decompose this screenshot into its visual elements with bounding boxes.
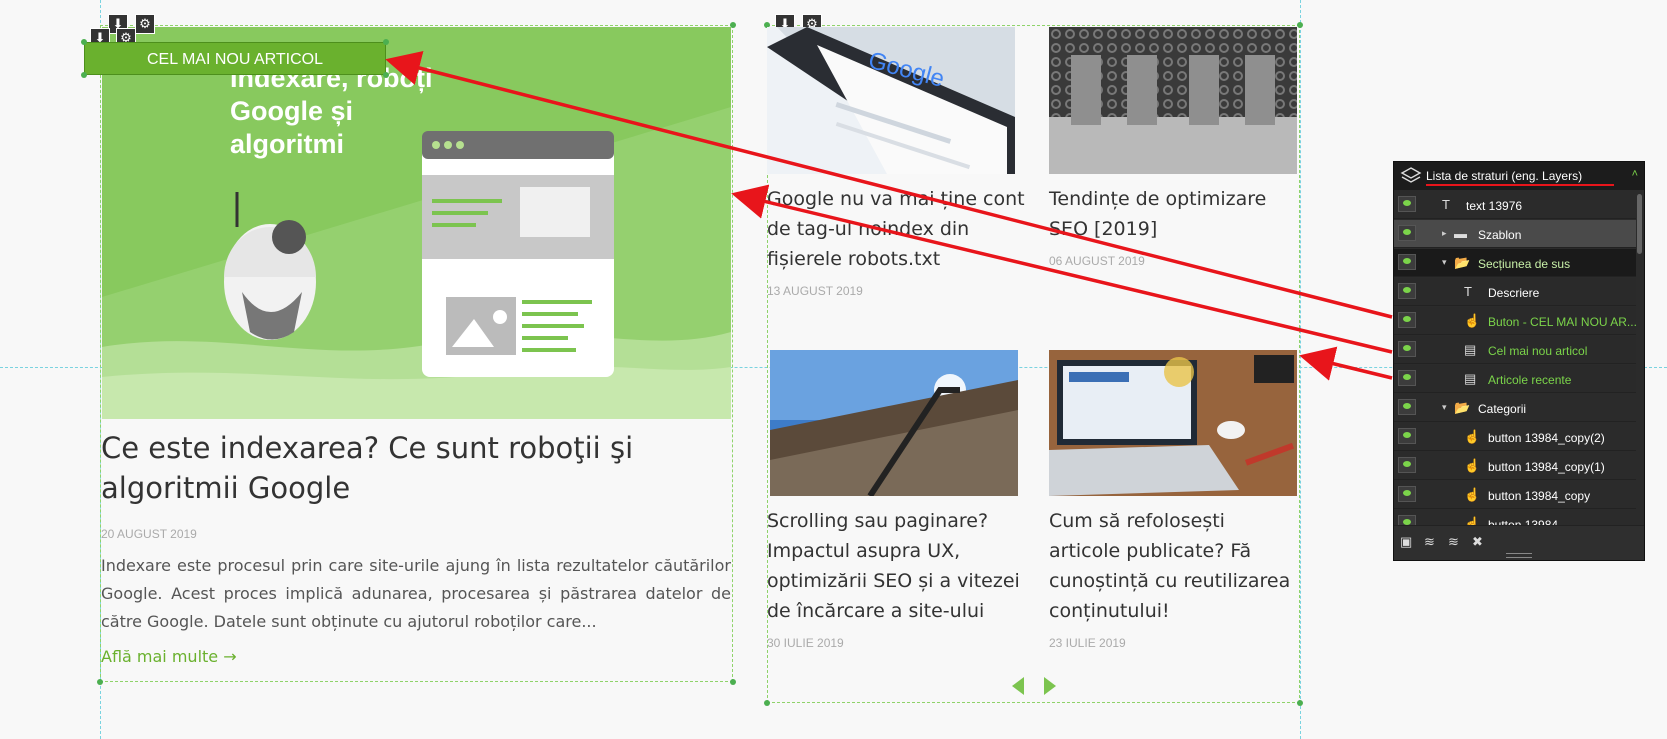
layer-label: button 13984_copy(1) (1488, 460, 1605, 474)
visibility-eye-icon[interactable] (1398, 486, 1416, 502)
article-date: 23 IULIE 2019 (1049, 636, 1126, 650)
layer-label: Categorii (1478, 402, 1527, 416)
article-thumbnail[interactable] (770, 350, 1018, 496)
read-more-link[interactable]: Află mai multe → (101, 647, 237, 666)
layers-add-icon[interactable]: ≋ (1448, 534, 1459, 550)
resize-handle[interactable] (81, 39, 87, 45)
widget-icon: ▤ (1464, 342, 1477, 357)
gear-icon[interactable]: ⚙ (135, 14, 155, 34)
article-thumbnail[interactable] (1049, 350, 1297, 496)
layer-label: Buton - CEL MAI NOU AR... (1488, 315, 1637, 329)
visibility-eye-icon[interactable] (1398, 457, 1416, 473)
scrollbar[interactable] (1637, 194, 1642, 254)
layers-panel[interactable]: Lista de straturi (eng. Layers) ˄ Ttext … (1393, 161, 1645, 561)
laptop-desk-image (1049, 350, 1297, 496)
featured-article-image[interactable]: Indexare, roboți Google și algoritmi (102, 27, 731, 419)
resize-handle[interactable] (81, 72, 87, 78)
new-folder-icon[interactable]: ▣ (1400, 534, 1412, 550)
resize-handle[interactable] (1297, 700, 1303, 706)
layer-label: button 13984_copy(2) (1488, 431, 1605, 445)
text-icon: T (1442, 197, 1450, 212)
resize-handle[interactable] (383, 39, 389, 45)
expand-caret-icon[interactable]: ▾ (1442, 402, 1447, 413)
article-title[interactable]: Scrolling sau paginare? Impactul asupra … (767, 506, 1029, 626)
article-title[interactable]: Tendințe de optimizare SEO [2019] (1049, 184, 1299, 244)
pier-image (770, 350, 1018, 496)
layer-label: Secțiunea de sus (1478, 257, 1571, 271)
resize-grip[interactable] (1506, 553, 1532, 558)
next-arrow-icon[interactable] (1044, 677, 1056, 695)
resize-handle[interactable] (1297, 22, 1303, 28)
phone-google-image: Google (767, 27, 1015, 174)
layers-icon[interactable]: ≋ (1424, 534, 1435, 550)
visibility-eye-icon[interactable] (1398, 196, 1416, 212)
resize-handle[interactable] (97, 679, 103, 685)
layer-label: button 13984_copy (1488, 489, 1591, 503)
text-icon: T (1464, 284, 1472, 299)
visibility-eye-icon[interactable] (1398, 283, 1416, 299)
expand-caret-icon[interactable]: ▸ (1442, 228, 1447, 239)
layer-row[interactable]: ☝ button 13984_copy(2) (1394, 423, 1636, 451)
layer-row[interactable]: T Descriere (1394, 278, 1636, 306)
collapse-icon[interactable]: ˄ (1632, 168, 1638, 180)
article-date: 06 AUGUST 2019 (1049, 254, 1145, 268)
layer-row[interactable]: ▸ ▬ Szablon (1394, 220, 1636, 248)
layers-panel-header[interactable]: Lista de straturi (eng. Layers) ˄ (1394, 162, 1644, 190)
layer-label: Descriere (1488, 286, 1540, 300)
featured-article-title[interactable]: Ce este indexarea? Ce sunt roboţii şi al… (101, 428, 721, 508)
layer-label: text 13976 (1466, 199, 1523, 213)
folder-icon: 📂 (1454, 400, 1471, 415)
article-thumbnail[interactable] (1049, 27, 1297, 174)
layer-label: Cel mai nou articol (1488, 344, 1588, 358)
pointer-icon: ☝ (1464, 313, 1481, 328)
article-title[interactable]: Cum să refolosești articole publicate? F… (1049, 506, 1299, 626)
layer-row[interactable]: Ttext 13976 (1394, 191, 1636, 219)
featured-image-title: Indexare, roboți Google și algoritmi (230, 63, 433, 159)
visibility-eye-icon[interactable] (1398, 399, 1416, 415)
guide-line (1300, 0, 1301, 739)
title-underline (1426, 184, 1614, 186)
article-title[interactable]: Google nu va mai ține cont de tag-ul noi… (767, 184, 1029, 274)
visibility-eye-icon[interactable] (1398, 341, 1416, 357)
featured-article-date: 20 AUGUST 2019 (101, 527, 197, 541)
featured-article-excerpt: Indexare este procesul prin care site-ur… (101, 556, 731, 631)
layer-label: Szablon (1478, 228, 1522, 242)
resize-handle[interactable] (730, 679, 736, 685)
folder-icon: 📂 (1454, 255, 1471, 270)
pointer-icon: ☝ (1464, 487, 1481, 502)
article-date: 30 IULIE 2019 (767, 636, 844, 650)
layers-icon (1400, 167, 1422, 183)
layers-panel-footer: ▣ ≋ ≋ ✖ (1394, 525, 1644, 560)
layer-row[interactable]: ▤ Cel mai nou articol (1394, 336, 1636, 364)
article-thumbnail[interactable]: Google (767, 27, 1015, 174)
layer-row[interactable]: ☝ button 13984_copy(1) (1394, 452, 1636, 480)
visibility-eye-icon[interactable] (1398, 428, 1416, 444)
visibility-eye-icon[interactable] (1398, 312, 1416, 328)
pointer-icon: ☝ (1464, 429, 1481, 444)
visibility-eye-icon[interactable] (1398, 254, 1416, 270)
pointer-icon: ☝ (1464, 458, 1481, 473)
layer-row[interactable]: ☝ button 13984_copy (1394, 481, 1636, 509)
layer-row[interactable]: ▾ 📂 Categorii (1394, 394, 1636, 422)
visibility-eye-icon[interactable] (1398, 225, 1416, 241)
layer-row[interactable]: ▾ 📂 Secțiunea de sus (1394, 249, 1636, 277)
layer-row[interactable]: ☝ Buton - CEL MAI NOU AR... (1394, 307, 1637, 335)
close-icon[interactable]: ✖ (1472, 534, 1483, 550)
layer-label: Articole recente (1488, 373, 1572, 387)
resize-handle[interactable] (764, 700, 770, 706)
widget-icon: ▤ (1464, 371, 1477, 386)
article-date: 13 AUGUST 2019 (767, 284, 863, 298)
visibility-eye-icon[interactable] (1398, 370, 1416, 386)
prev-arrow-icon[interactable] (1012, 677, 1024, 695)
resize-handle[interactable] (383, 72, 389, 78)
doors-image (1049, 27, 1297, 174)
expand-caret-icon[interactable]: ▾ (1442, 257, 1447, 268)
template-icon: ▬ (1454, 226, 1467, 241)
newest-article-button[interactable]: CEL MAI NOU ARTICOL (84, 42, 386, 75)
layer-row[interactable]: ▤ Articole recente (1394, 365, 1636, 393)
layers-panel-title: Lista de straturi (eng. Layers) (1426, 169, 1583, 183)
